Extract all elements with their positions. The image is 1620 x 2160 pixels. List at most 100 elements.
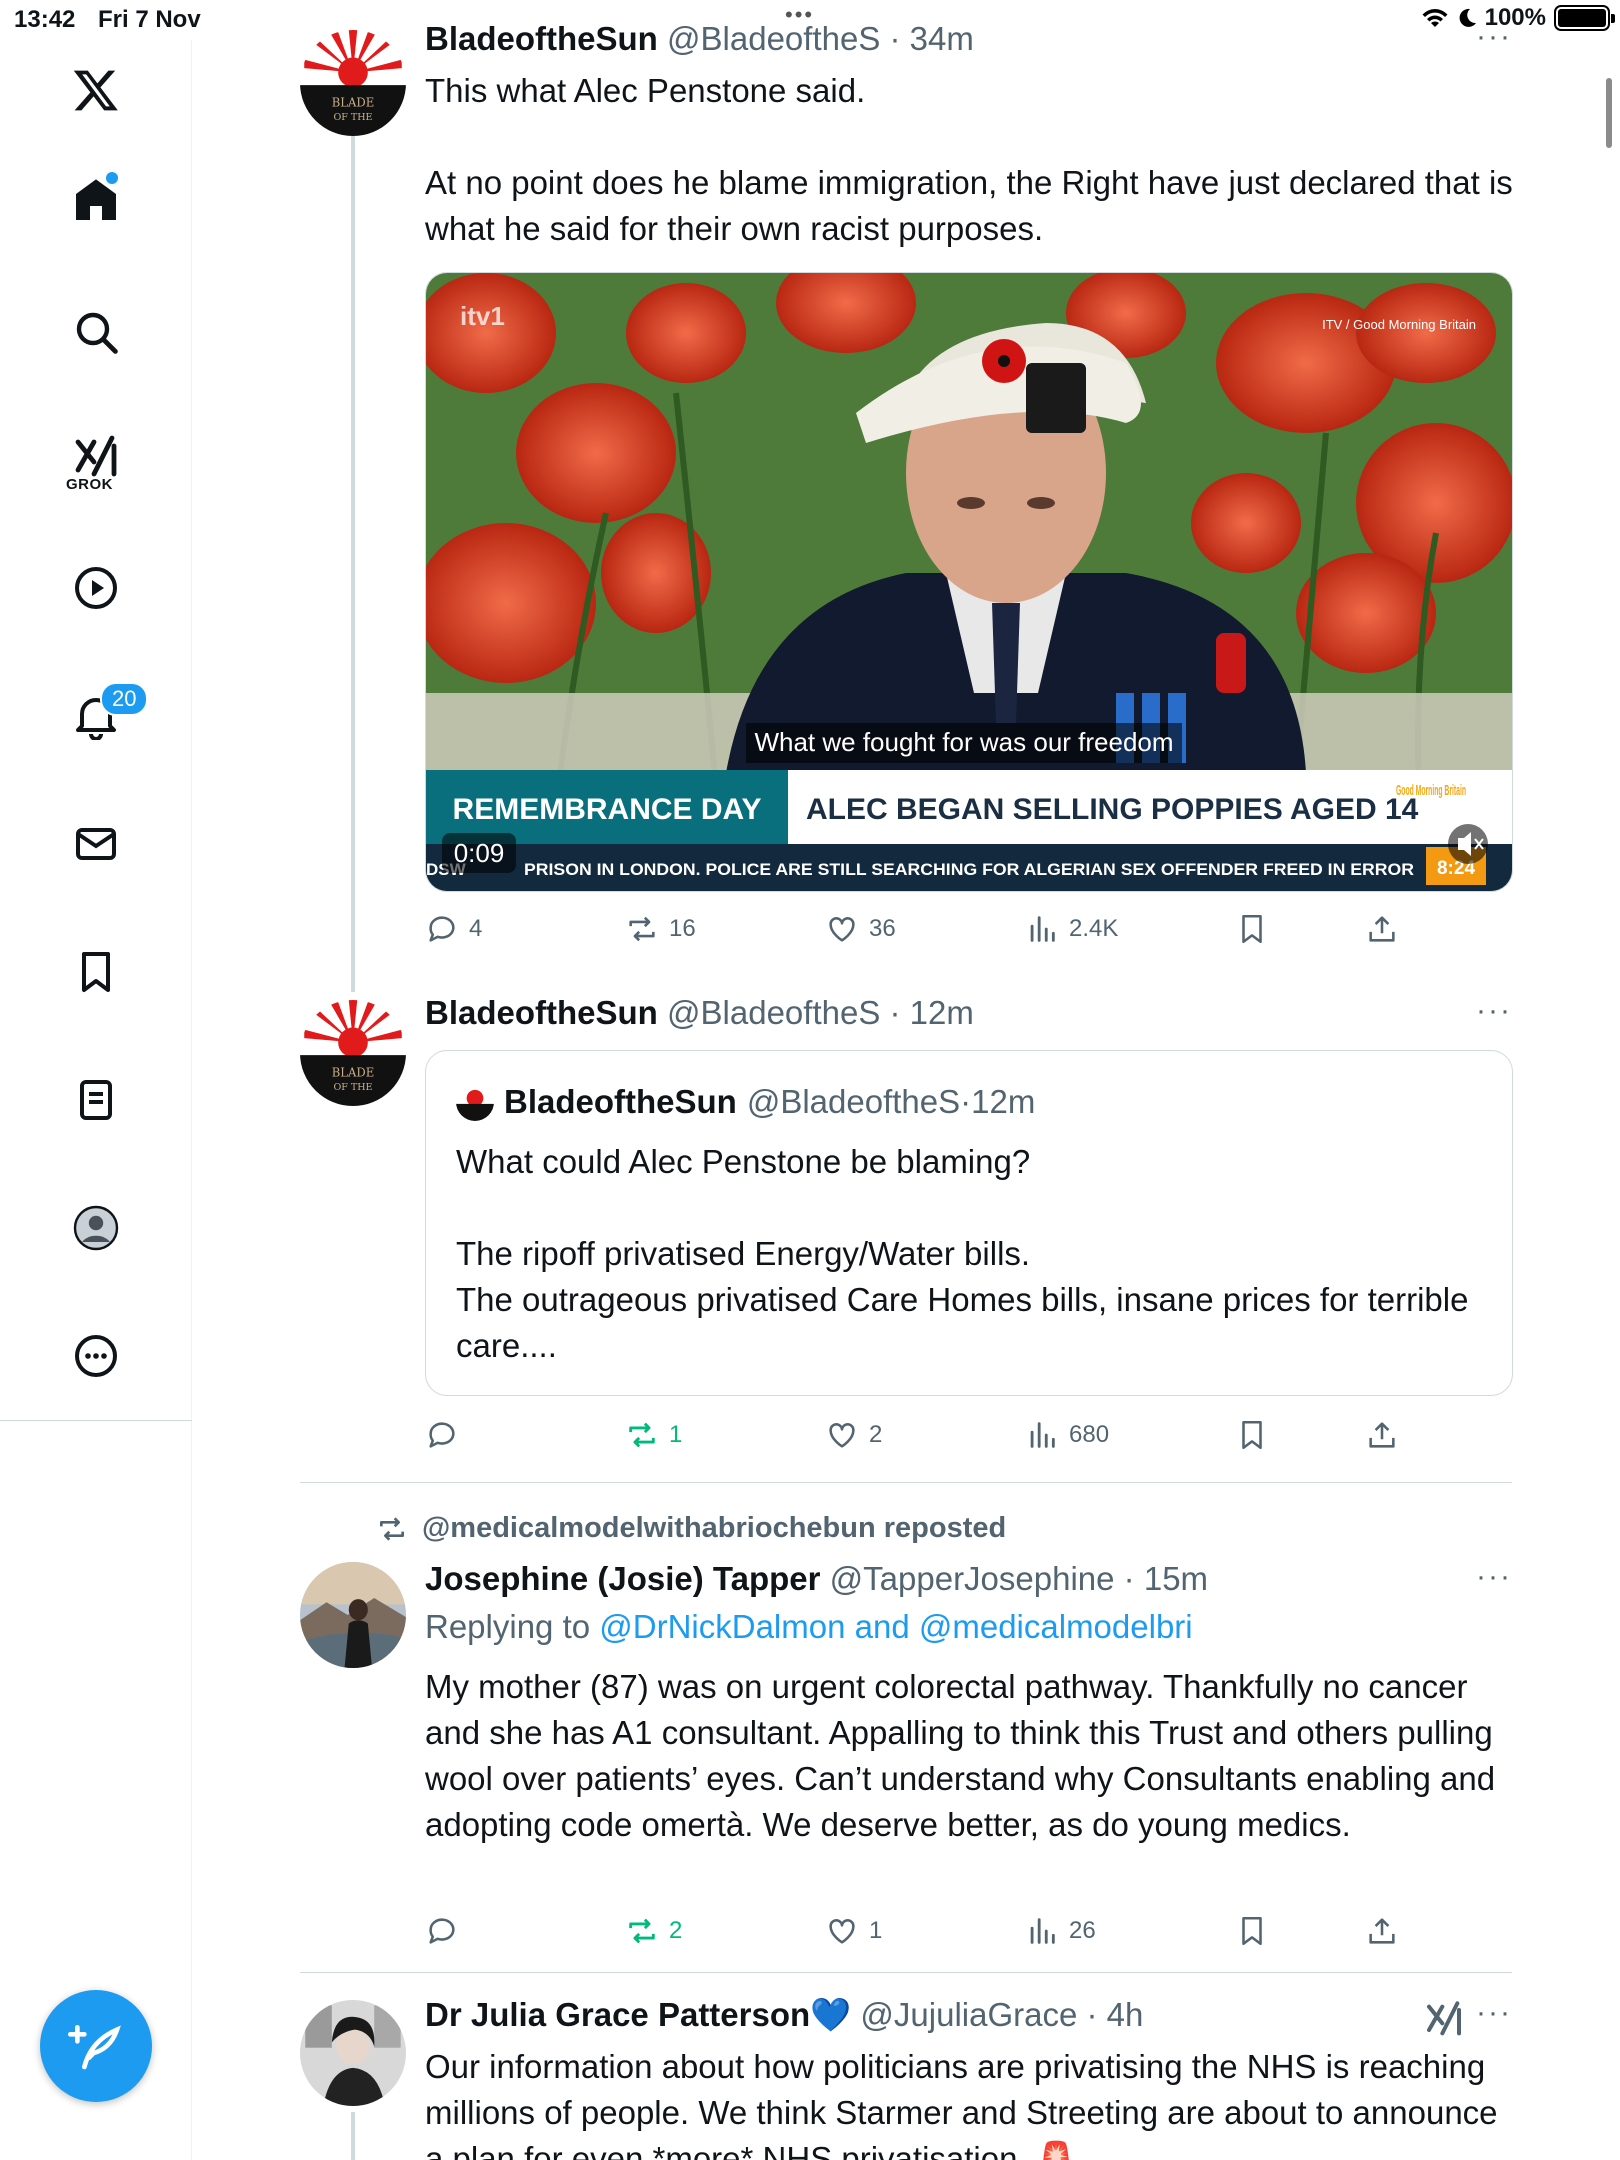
post-text: Our information about how politicians ar…: [425, 2048, 1507, 2160]
status-time: 13:42: [14, 6, 76, 33]
avatar[interactable]: [300, 2000, 406, 2106]
views-button[interactable]: 680: [1025, 1418, 1109, 1452]
like-count: 1: [869, 1917, 883, 1944]
home-icon[interactable]: [56, 160, 136, 240]
post-header: BladeoftheSun @BladeoftheS · 12m: [425, 994, 974, 1031]
svg-text:OF THE: OF THE: [333, 112, 372, 123]
status-date: Fri 7 Nov: [98, 6, 201, 33]
post-actions: 4 16 36 2.4K: [425, 912, 1425, 952]
search-icon[interactable]: [56, 292, 136, 372]
post-actions: 1 2 680: [425, 1418, 1425, 1458]
heart-icon: [829, 1423, 855, 1448]
lists-icon[interactable]: [56, 1060, 136, 1140]
author-name[interactable]: BladeoftheSun: [425, 20, 658, 57]
quoted-post-text: What could Alec Penstone be blaming? The…: [456, 1143, 1469, 1364]
thread-line: [351, 2112, 355, 2160]
profile-avatar-icon[interactable]: [56, 1188, 136, 1268]
views-icon: [1030, 1422, 1055, 1448]
author-handle[interactable]: @BladeoftheS: [667, 994, 880, 1031]
reply-icon: [429, 1422, 455, 1448]
repost-count: 1: [669, 1421, 683, 1448]
repost-icon: [629, 1918, 655, 1944]
bookmark-icon: [1242, 1916, 1262, 1946]
post-more-icon[interactable]: ···: [1476, 1560, 1512, 1594]
like-button[interactable]: 1: [825, 1914, 882, 1948]
compose-post-button[interactable]: [40, 1990, 152, 2102]
repost-button[interactable]: 1: [625, 1418, 682, 1452]
repost-button[interactable]: 2: [625, 1914, 682, 1948]
video-icon[interactable]: [56, 548, 136, 628]
moon-icon: [1459, 8, 1476, 27]
heart-icon: [829, 1919, 855, 1944]
avatar[interactable]: BLADE OF THE: [300, 1000, 406, 1106]
like-count: 36: [869, 915, 896, 942]
share-button[interactable]: [1365, 1418, 1399, 1452]
replying-to-prefix: Replying to: [425, 1608, 600, 1645]
x-logo-icon[interactable]: [56, 50, 136, 130]
media-credit: ITV / Good Morning Britain: [1322, 317, 1476, 332]
avatar[interactable]: BLADE OF THE: [300, 30, 406, 136]
reply-icon: [429, 1918, 455, 1944]
views-count: 680: [1069, 1421, 1110, 1448]
share-icon: [1369, 1422, 1395, 1448]
thread-line: [351, 136, 355, 992]
bookmark-icon: [1242, 1420, 1262, 1450]
reply-button[interactable]: [425, 1418, 469, 1452]
quoted-post-time: 12m: [971, 1083, 1036, 1120]
views-button[interactable]: 26: [1025, 1914, 1096, 1948]
quoted-post[interactable]: BladeoftheSun @BladeoftheS · 12m What coul…: [425, 1050, 1513, 1396]
reply-button[interactable]: 4: [425, 912, 482, 946]
like-count: 2: [869, 1421, 883, 1448]
views-button[interactable]: 2.4K: [1025, 912, 1118, 946]
author-name[interactable]: BladeoftheSun: [425, 994, 658, 1031]
post-more-icon[interactable]: ···: [1476, 20, 1512, 54]
post-header: BladeoftheSun @BladeoftheS · 34m: [425, 20, 974, 57]
share-icon: [1369, 916, 1395, 942]
show-logo: Good Morning Britain: [1396, 782, 1466, 799]
bookmarks-icon[interactable]: [56, 932, 136, 1012]
post-time[interactable]: 15m: [1144, 1560, 1208, 1597]
post-actions: 2 1 26: [425, 1914, 1425, 1954]
more-options-icon[interactable]: [56, 1316, 136, 1396]
post-time[interactable]: 4h: [1107, 1996, 1144, 2033]
post-more-icon[interactable]: ···: [1476, 1996, 1512, 2030]
avatar[interactable]: [300, 1562, 406, 1668]
post-time[interactable]: 12m: [910, 994, 974, 1031]
post-time[interactable]: 34m: [910, 20, 974, 57]
grok-explain-icon[interactable]: [1424, 2000, 1464, 2040]
bookmark-button[interactable]: [1235, 1914, 1269, 1948]
reposted-by-text: @medicalmodelwithabriochebun reposted: [422, 1512, 1007, 1544]
sidebar: GROK 20: [0, 40, 192, 2160]
like-button[interactable]: 2: [825, 1418, 882, 1452]
author-handle[interactable]: @TapperJosephine: [830, 1560, 1115, 1597]
post-more-icon[interactable]: ···: [1476, 994, 1512, 1028]
replying-to: Replying to @DrNickDalmon and @medicalmo…: [425, 1608, 1193, 1646]
quoted-avatar: [456, 1083, 494, 1121]
replying-to-users[interactable]: @DrNickDalmon and @medicalmodelbri: [599, 1608, 1192, 1645]
share-button[interactable]: [1365, 1914, 1399, 1948]
video-player[interactable]: itv1 ITV / Good Morning Britain What we …: [425, 272, 1513, 892]
share-button[interactable]: [1365, 912, 1399, 946]
status-right: 100%: [1421, 4, 1615, 32]
battery-icon: [1554, 5, 1615, 31]
repost-icon: [629, 1422, 655, 1448]
bookmark-icon: [1242, 914, 1262, 944]
grok-label: GROK: [66, 476, 113, 493]
author-handle[interactable]: @BladeoftheS: [667, 20, 880, 57]
scrollbar[interactable]: [1606, 78, 1612, 148]
author-name[interactable]: Dr Julia Grace Patterson: [425, 1996, 810, 2033]
blue-heart-emoji: 💙: [810, 1996, 852, 2033]
repost-icon: [380, 1516, 404, 1541]
bookmark-button[interactable]: [1235, 912, 1269, 946]
bookmark-button[interactable]: [1235, 1418, 1269, 1452]
repost-button[interactable]: 16: [625, 912, 696, 946]
reposted-by[interactable]: @medicalmodelwithabriochebun reposted: [376, 1512, 1006, 1545]
like-button[interactable]: 36: [825, 912, 896, 946]
author-handle[interactable]: @JujuliaGrace: [860, 1996, 1077, 2033]
author-name[interactable]: Josephine (Josie) Tapper: [425, 1560, 820, 1597]
messages-icon[interactable]: [56, 804, 136, 884]
channel-logo: itv1: [460, 301, 505, 331]
reply-button[interactable]: [425, 1914, 469, 1948]
post-divider: [300, 1482, 1512, 1483]
video-subtitle: What we fought for was our freedom: [754, 727, 1173, 757]
